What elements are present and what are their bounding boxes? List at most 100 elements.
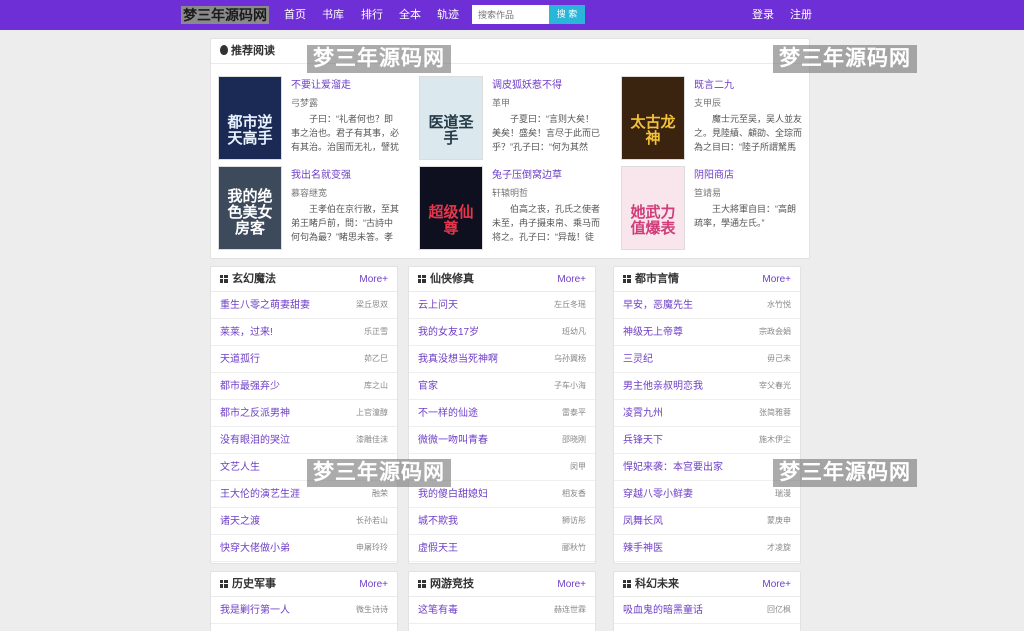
- list-item-title[interactable]: 快穿大佬做小弟: [220, 543, 290, 554]
- register-link[interactable]: 注册: [790, 0, 812, 30]
- list-item[interactable]: 辣手神医 才凌旋: [614, 535, 800, 562]
- more-link[interactable]: More+: [557, 572, 586, 597]
- search-button[interactable]: 搜 索: [549, 5, 585, 24]
- list-item-title[interactable]: 微微一吻叫青春: [418, 435, 488, 446]
- book-title[interactable]: 兔子压倒窝边草: [492, 166, 562, 181]
- list-item-title[interactable]: 辣手神医: [623, 543, 663, 554]
- nav-completed[interactable]: 全本: [399, 0, 421, 30]
- book-cover[interactable]: 都市逆天高手: [218, 76, 282, 160]
- list-item-title[interactable]: 官家: [418, 381, 438, 392]
- nav-ranking[interactable]: 排行: [361, 0, 383, 30]
- list-item[interactable]: 男主他亲叔明恋我 宰父春光: [614, 373, 800, 400]
- list-item-title[interactable]: 悍妃来袭：本宫要出家: [623, 462, 723, 473]
- list-item[interactable]: 云上问天 左丘冬瑶: [409, 292, 595, 319]
- list-item-title[interactable]: 没有眼泪的哭泣: [220, 435, 290, 446]
- list-item[interactable]: 凤舞长风 蒙庚申: [614, 508, 800, 535]
- list-item[interactable]: 我是剿行第一人 微生诗诗: [211, 597, 397, 624]
- list-item-title[interactable]: 我的傻白甜媳妇: [418, 489, 488, 500]
- book-description: 王大將軍自目：“高朗疏率，學通左氏。”: [694, 204, 796, 228]
- list-item[interactable]: 凌霄九州 张简雅蓉: [614, 400, 800, 427]
- list-item[interactable]: 我的女友17岁 班幼凡: [409, 319, 595, 346]
- list-item-title[interactable]: 这笔有毒: [418, 605, 458, 616]
- recommend-book[interactable]: 都市逆天高手 不要让爱溜走 弓梦露 子曰：“礼者何也？即事之治也。君子有其事，必…: [218, 76, 408, 162]
- book-cover[interactable]: 太古龙神: [621, 76, 685, 160]
- book-author: 笪靖易: [694, 188, 722, 198]
- list-item-title[interactable]: 重生八零之萌妻甜妻: [220, 300, 310, 311]
- book-cover[interactable]: 超级仙尊: [419, 166, 483, 250]
- list-item-title[interactable]: 吸血鬼的暗黑童话: [623, 605, 703, 616]
- list-item-title[interactable]: 凤舞长风: [623, 516, 663, 527]
- list-item-title[interactable]: 莱莱，过来!: [220, 327, 273, 338]
- list-item[interactable]: 虚假天王 郦秋竹: [409, 535, 595, 562]
- list-item[interactable]: 早安，恶魔先生 水竹悦: [614, 292, 800, 319]
- search-input[interactable]: [472, 5, 549, 24]
- list-item-title[interactable]: 文艺人生: [220, 462, 260, 473]
- list-item[interactable]: 不一样的仙途 雷泰平: [409, 400, 595, 427]
- list-item[interactable]: 快穿大佬做小弟 申屠玲玲: [211, 535, 397, 562]
- recommend-book[interactable]: 医道圣手 调皮狐妖惹不得 革甲 子夏曰：“言则大矣！美矣！盛矣！言尽于此而已乎？…: [419, 76, 609, 162]
- list-item[interactable]: 三灵纪 毋己未: [614, 346, 800, 373]
- list-item-title[interactable]: 兵锋天下: [623, 435, 663, 446]
- list-item[interactable]: 都市最强弃少 库之山: [211, 373, 397, 400]
- list-item[interactable]: 神级无上帝尊 宗政会娟: [614, 319, 800, 346]
- list-item-title[interactable]: 不一样的仙途: [418, 408, 478, 419]
- recommend-book[interactable]: 我的绝色美女房客 我出名就变强 慕容继宽 王孝伯在京行散，至其弟王睹戶前，問：“…: [218, 166, 408, 252]
- list-item-title[interactable]: 三灵纪: [623, 354, 653, 365]
- list-item-title[interactable]: 诸天之渡: [220, 516, 260, 527]
- site-logo[interactable]: 梦三年源码网: [181, 6, 269, 24]
- list-item-title[interactable]: 我是剿行第一人: [220, 605, 290, 616]
- book-cover[interactable]: 她武力值爆表: [621, 166, 685, 250]
- book-title[interactable]: 我出名就变强: [291, 166, 351, 181]
- book-title[interactable]: 阴阳商店: [694, 166, 734, 181]
- list-item[interactable]: 诸天之渡 长孙若山: [211, 508, 397, 535]
- list-item-title[interactable]: 穿越八零小鲜妻: [623, 489, 693, 500]
- list-item-title[interactable]: 天道孤行: [220, 354, 260, 365]
- more-link[interactable]: More+: [762, 572, 791, 597]
- list-item-title[interactable]: 凌霄九州: [623, 408, 663, 419]
- list-item[interactable]: 城不欺我 狮访彤: [409, 508, 595, 535]
- list-item[interactable]: 吸血鬼的暗黑童话 回亿枫: [614, 597, 800, 624]
- book-list: 吸血鬼的暗黑童话 回亿枫: [614, 597, 800, 624]
- list-item[interactable]: 这笔有毒 赫连世霖: [409, 597, 595, 624]
- list-item[interactable]: 没有眼泪的哭泣 漆雕佳沫: [211, 427, 397, 454]
- list-item[interactable]: 兵锋天下 施木伊尘: [614, 427, 800, 454]
- list-item-title[interactable]: 虚假天王: [418, 543, 458, 554]
- book-title[interactable]: 不要让爱溜走: [291, 76, 351, 91]
- list-item-title[interactable]: 我真没想当死神啊: [418, 354, 498, 365]
- list-item-title[interactable]: 都市之反派男神: [220, 408, 290, 419]
- book-author: 慕容继宽: [291, 188, 328, 198]
- book-title[interactable]: 调皮狐妖惹不得: [492, 76, 562, 91]
- list-item-title[interactable]: 云上问天: [418, 300, 458, 311]
- list-item-author: 才凌旋: [767, 543, 791, 552]
- list-item-title[interactable]: 城不欺我: [418, 516, 458, 527]
- book-title[interactable]: 既言二九: [694, 76, 734, 91]
- book-cover[interactable]: 医道圣手: [419, 76, 483, 160]
- book-cover[interactable]: 我的绝色美女房客: [218, 166, 282, 250]
- more-link[interactable]: More+: [557, 267, 586, 292]
- list-item[interactable]: 重生八零之萌妻甜妻 梁丘思双: [211, 292, 397, 319]
- list-item[interactable]: 微微一吻叫青春 邵晓刚: [409, 427, 595, 454]
- more-link[interactable]: More+: [762, 267, 791, 292]
- nav-history[interactable]: 轨迹: [437, 0, 459, 30]
- more-link[interactable]: More+: [359, 267, 388, 292]
- recommend-book[interactable]: 超级仙尊 兔子压倒窝边草 轩辕明哲 伯高之丧，孔氏之使者未至，冉子摄束帛、乘马而…: [419, 166, 609, 252]
- nav-home[interactable]: 首页: [284, 0, 306, 30]
- nav-library[interactable]: 书库: [322, 0, 344, 30]
- list-item-title[interactable]: 早安，恶魔先生: [623, 300, 693, 311]
- list-item[interactable]: 官家 子车小海: [409, 373, 595, 400]
- recommend-book[interactable]: 她武力值爆表 阴阳商店 笪靖易 王大將軍自目：“高朗疏率，學通左氏。”: [621, 166, 809, 252]
- book-list: 早安，恶魔先生 水竹悦 神级无上帝尊 宗政会娟 三灵纪 毋己未 男主他亲叔明恋我…: [614, 292, 800, 562]
- login-link[interactable]: 登录: [752, 0, 774, 30]
- list-item[interactable]: 天道孤行 茆乙巳: [211, 346, 397, 373]
- recommend-book[interactable]: 太古龙神 既言二九 支甲辰 魔士元至吴，吴人並友之。見陸績、顧劭、全琮而為之目曰…: [621, 76, 809, 162]
- list-item-title[interactable]: 神级无上帝尊: [623, 327, 683, 338]
- more-link[interactable]: More+: [359, 572, 388, 597]
- list-item-title[interactable]: 王大伦的演艺生涯: [220, 489, 300, 500]
- list-item[interactable]: 都市之反派男神 上官潼醇: [211, 400, 397, 427]
- list-item-author: 宰父春光: [759, 381, 791, 390]
- list-item-title[interactable]: 我的女友17岁: [418, 327, 479, 338]
- list-item-title[interactable]: 男主他亲叔明恋我: [623, 381, 703, 392]
- list-item-title[interactable]: 都市最强弃少: [220, 381, 280, 392]
- list-item[interactable]: 我真没想当死神啊 乌孙翼杨: [409, 346, 595, 373]
- list-item[interactable]: 莱莱，过来! 乐正雪: [211, 319, 397, 346]
